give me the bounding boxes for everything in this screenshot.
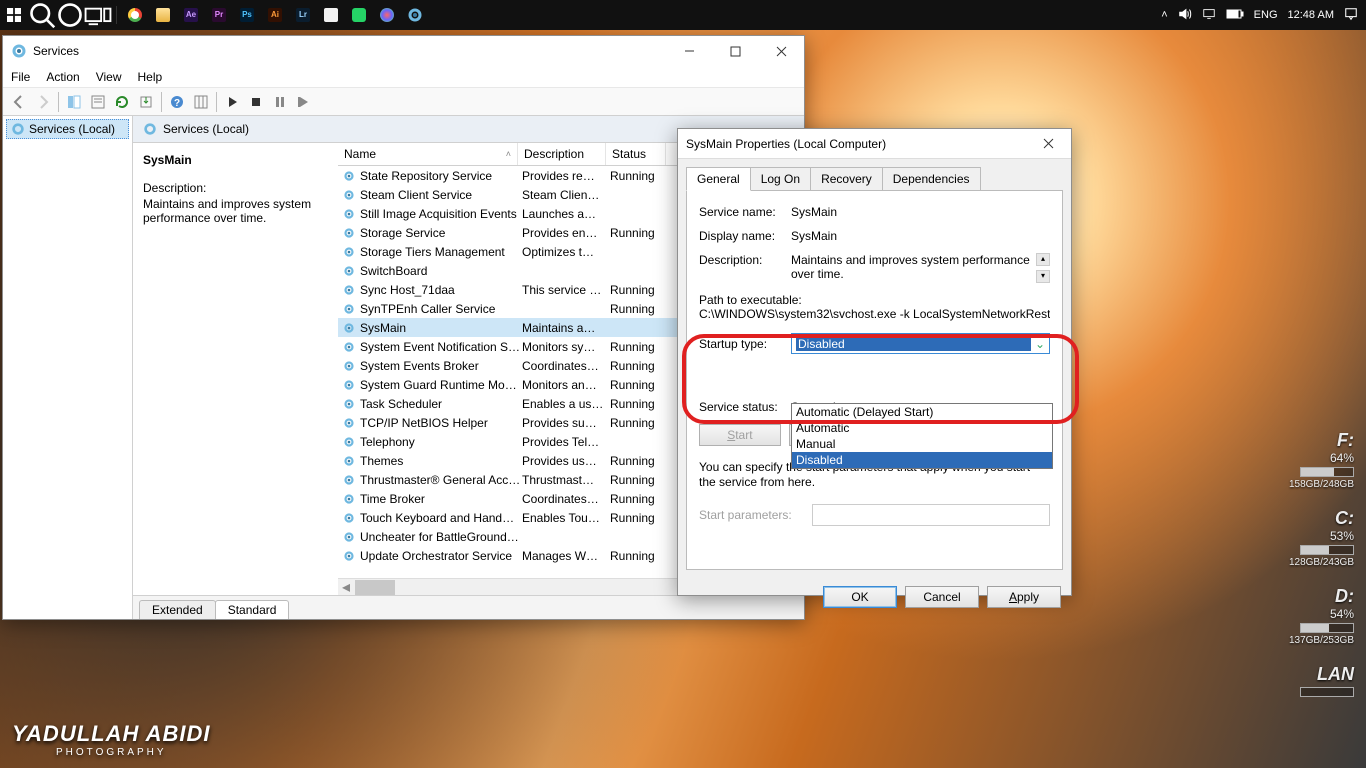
toolbar-export-button[interactable] <box>134 90 158 114</box>
toolbar-detail-button[interactable] <box>62 90 86 114</box>
service-name-value: SysMain <box>791 205 837 219</box>
taskbar-app-ae[interactable]: Ae <box>177 8 205 22</box>
ok-button[interactable]: OK <box>823 586 897 608</box>
gear-icon <box>11 122 25 136</box>
toolbar-play-button[interactable] <box>220 90 244 114</box>
taskbar-app-whatsapp[interactable] <box>345 8 373 22</box>
svg-text:?: ? <box>174 98 180 109</box>
description-box: Maintains and improves system performanc… <box>791 253 1050 283</box>
close-button[interactable] <box>758 36 804 66</box>
service-description-pane: SysMain Description: Maintains and impro… <box>133 143 338 595</box>
tray-notifications-icon[interactable] <box>1344 7 1358 24</box>
scroll-up-icon[interactable]: ▴ <box>1036 253 1050 266</box>
task-view-icon[interactable] <box>84 0 112 30</box>
services-icon <box>11 43 27 59</box>
minimize-button[interactable] <box>666 36 712 66</box>
tab-general[interactable]: General <box>686 167 751 191</box>
maximize-button[interactable] <box>712 36 758 66</box>
tray-clock[interactable]: 12:48 AM <box>1288 9 1334 21</box>
cancel-button[interactable]: Cancel <box>905 586 979 608</box>
gear-icon <box>143 122 157 136</box>
drive-widget: D:54%137GB/253GB <box>1289 586 1354 646</box>
services-title: Services <box>33 44 79 58</box>
watermark: YADULLAH ABIDI PHOTOGRAPHY <box>12 721 211 758</box>
taskbar: Ae Pr Ps Ai Lr ˄ ENG 12:48 AM <box>0 0 1366 30</box>
taskbar-app-lr[interactable]: Lr <box>289 8 317 22</box>
start-button[interactable] <box>0 0 28 30</box>
taskbar-app-ps[interactable]: Ps <box>233 8 261 22</box>
toolbar-help-button[interactable]: ? <box>165 90 189 114</box>
cortana-icon[interactable] <box>56 0 84 30</box>
executable-path: Path to executable: C:\WINDOWS\system32\… <box>699 293 1050 321</box>
properties-title: SysMain Properties (Local Computer) <box>686 137 886 151</box>
tab-logon[interactable]: Log On <box>750 167 811 191</box>
selected-service-name: SysMain <box>143 153 328 167</box>
tray-network-icon[interactable] <box>1202 7 1216 24</box>
tree-item-services-local[interactable]: Services (Local) <box>6 119 129 139</box>
close-button[interactable] <box>1025 129 1071 159</box>
tray-language[interactable]: ENG <box>1254 9 1278 21</box>
taskbar-app-services[interactable] <box>401 7 429 23</box>
taskbar-app-paint[interactable] <box>373 8 401 22</box>
tab-dependencies[interactable]: Dependencies <box>882 167 981 191</box>
column-status[interactable]: Status <box>606 143 666 165</box>
toolbar-stop-button[interactable] <box>244 90 268 114</box>
scroll-down-icon[interactable]: ▾ <box>1036 270 1050 283</box>
tab-recovery[interactable]: Recovery <box>810 167 883 191</box>
services-toolbar: ? <box>3 88 804 116</box>
drive-widget: LAN <box>1300 664 1354 699</box>
toolbar-pause-button[interactable] <box>268 90 292 114</box>
apply-button[interactable]: Apply <box>987 586 1061 608</box>
menu-file[interactable]: File <box>11 70 30 84</box>
tab-extended[interactable]: Extended <box>139 600 216 619</box>
search-icon[interactable] <box>28 0 56 30</box>
drive-widget: C:53%128GB/243GB <box>1289 508 1354 568</box>
taskbar-app-pr[interactable]: Pr <box>205 8 233 22</box>
annotation-highlight <box>682 334 1079 424</box>
start-parameters-input[interactable] <box>812 504 1050 526</box>
taskbar-app-chrome[interactable] <box>121 8 149 22</box>
services-tree: Services (Local) <box>3 116 133 619</box>
services-titlebar[interactable]: Services <box>3 36 804 66</box>
tray-volume-icon[interactable] <box>1178 7 1192 24</box>
selected-service-description: Maintains and improves system performanc… <box>143 197 328 225</box>
menu-help[interactable]: Help <box>138 70 163 84</box>
display-name-value: SysMain <box>791 229 837 243</box>
option-disabled[interactable]: Disabled <box>792 452 1052 468</box>
toolbar-columns-button[interactable] <box>189 90 213 114</box>
taskbar-app-explorer[interactable] <box>149 8 177 22</box>
toolbar-back-button[interactable] <box>7 90 31 114</box>
taskbar-app-ai[interactable]: Ai <box>261 8 289 22</box>
toolbar-refresh-button[interactable] <box>110 90 134 114</box>
toolbar-restart-button[interactable] <box>292 90 316 114</box>
option-manual[interactable]: Manual <box>792 436 1052 452</box>
menu-action[interactable]: Action <box>46 70 79 84</box>
tray-chevron-icon[interactable]: ˄ <box>1161 9 1167 21</box>
start-button[interactable]: Start <box>699 424 781 446</box>
toolbar-forward-button[interactable] <box>31 90 55 114</box>
tab-standard[interactable]: Standard <box>215 600 290 619</box>
tray-battery-icon[interactable] <box>1226 8 1244 23</box>
services-menubar: File Action View Help <box>3 66 804 88</box>
menu-view[interactable]: View <box>96 70 122 84</box>
taskbar-app-generic1[interactable] <box>317 8 345 22</box>
drive-widget: F:64%158GB/248GB <box>1289 430 1354 490</box>
column-description[interactable]: Description <box>518 143 606 165</box>
properties-titlebar[interactable]: SysMain Properties (Local Computer) <box>678 129 1071 159</box>
properties-tabs: General Log On Recovery Dependencies <box>686 167 1063 191</box>
toolbar-properties-button[interactable] <box>86 90 110 114</box>
column-name[interactable]: Name˄ <box>338 143 518 165</box>
